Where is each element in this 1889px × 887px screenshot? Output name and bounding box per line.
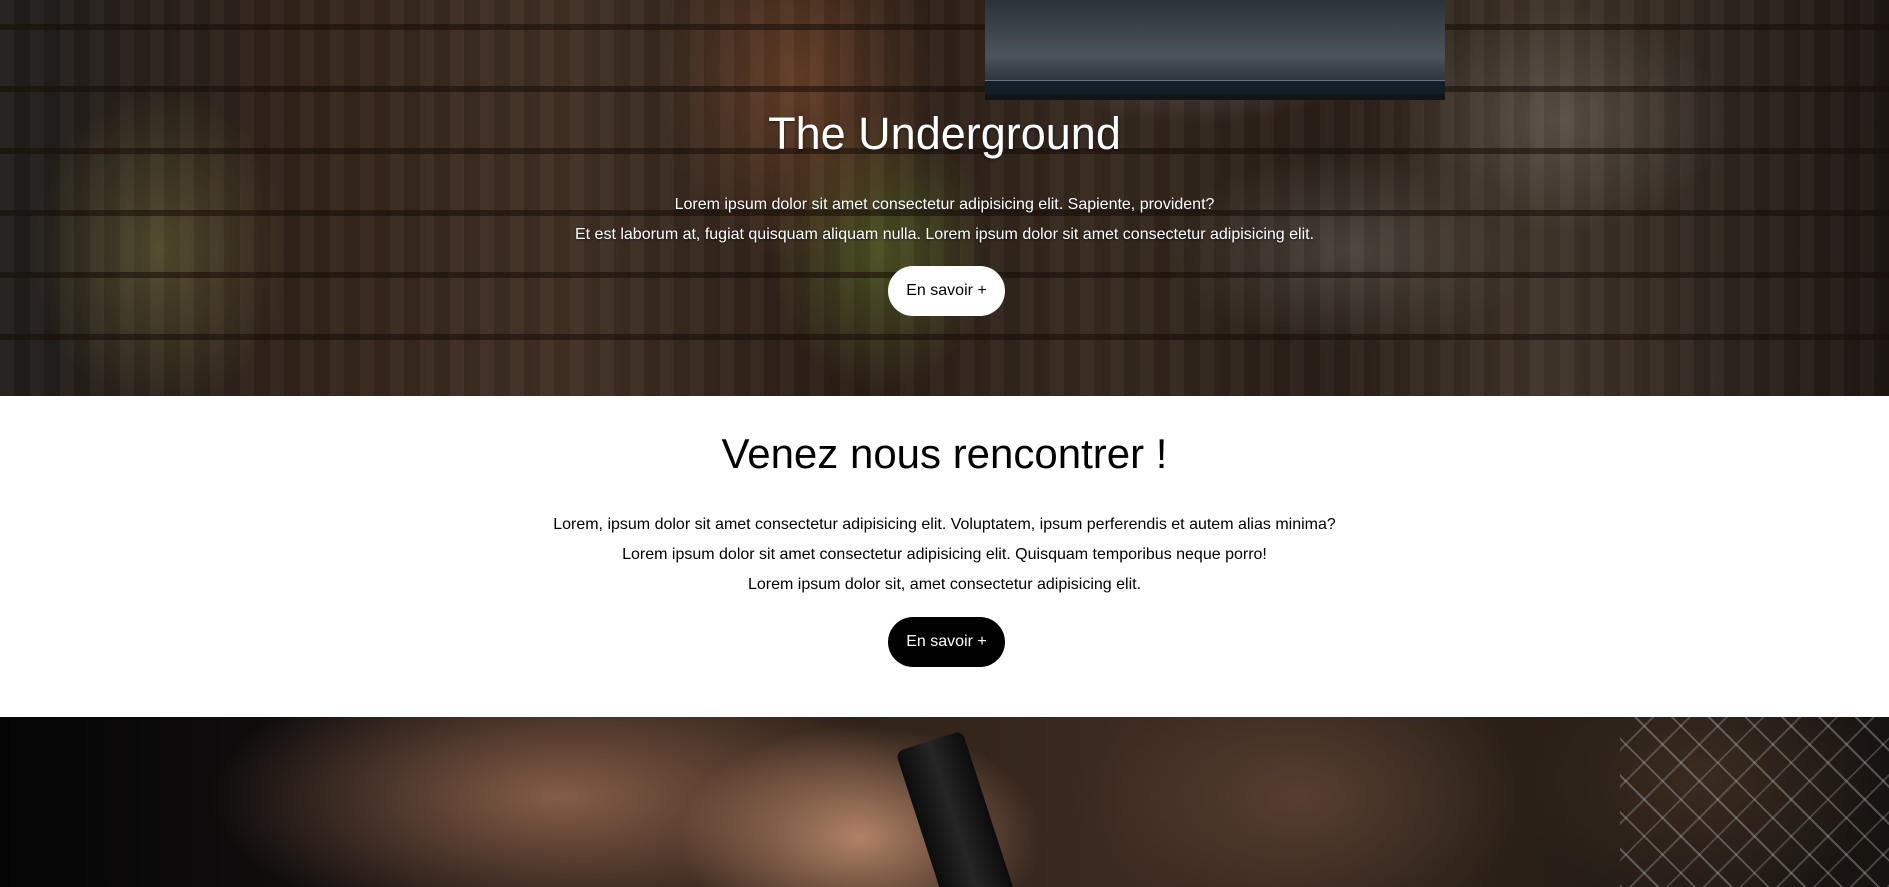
meet-text-line-2: Lorem ipsum dolor sit amet consectetur a… (622, 546, 1267, 563)
hero-text-line-2: Et est laborum at, fugiat quisquam aliqu… (574, 226, 1315, 243)
hero-section: The Underground Lorem ipsum dolor sit am… (0, 0, 1889, 396)
hero-text-line-1: Lorem ipsum dolor sit amet consectetur a… (674, 196, 1215, 213)
hero-content: The Underground Lorem ipsum dolor sit am… (0, 0, 1889, 396)
meet-section: Venez nous rencontrer ! Lorem, ipsum dol… (0, 396, 1889, 717)
meet-text-line-3: Lorem ipsum dolor sit, amet consectetur … (747, 576, 1142, 593)
hero-title: The Underground (768, 108, 1121, 159)
bottom-image-strap (895, 730, 1015, 887)
bottom-image-mesh (1620, 717, 1889, 887)
meet-title: Venez nous rencontrer ! (721, 430, 1168, 477)
bottom-image-section (0, 717, 1889, 887)
meet-learn-more-button[interactable]: En savoir + (888, 617, 1005, 667)
hero-learn-more-button[interactable]: En savoir + (888, 266, 1005, 316)
meet-text-line-1: Lorem, ipsum dolor sit amet consectetur … (553, 516, 1336, 533)
